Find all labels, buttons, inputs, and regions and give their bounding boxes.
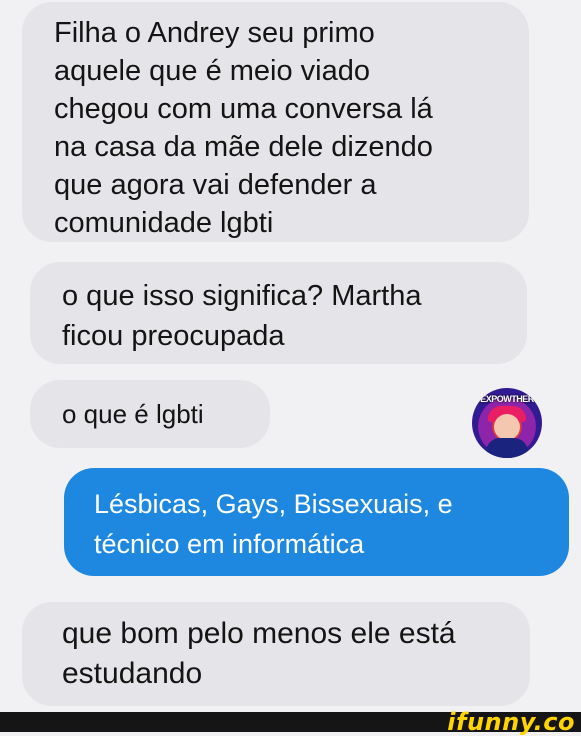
message-text: o que isso significa? Martha ficou preoc… <box>62 280 422 352</box>
avatar-body <box>486 438 528 458</box>
avatar-face <box>494 414 520 440</box>
watermark-bar: ifunny.co <box>0 708 581 736</box>
avatar[interactable]: EXPOWTHER <box>472 388 542 458</box>
outgoing-message: Lésbicas, Gays, Bissexuais, e técnico em… <box>64 468 569 576</box>
avatar-label: EXPOWTHER <box>480 394 534 404</box>
message-text: Lésbicas, Gays, Bissexuais, e técnico em… <box>94 489 453 559</box>
incoming-message-1: Filha o Andrey seu primo aquele que é me… <box>22 2 529 242</box>
incoming-message-3: o que é lgbti <box>30 380 270 448</box>
message-text: Filha o Andrey seu primo aquele que é me… <box>54 17 433 239</box>
message-text: o que é lgbti <box>62 399 204 429</box>
incoming-message-4: que bom pelo menos ele está estudando <box>22 602 530 706</box>
message-text: que bom pelo menos ele está estudando <box>62 617 456 690</box>
incoming-message-2: o que isso significa? Martha ficou preoc… <box>30 262 527 364</box>
